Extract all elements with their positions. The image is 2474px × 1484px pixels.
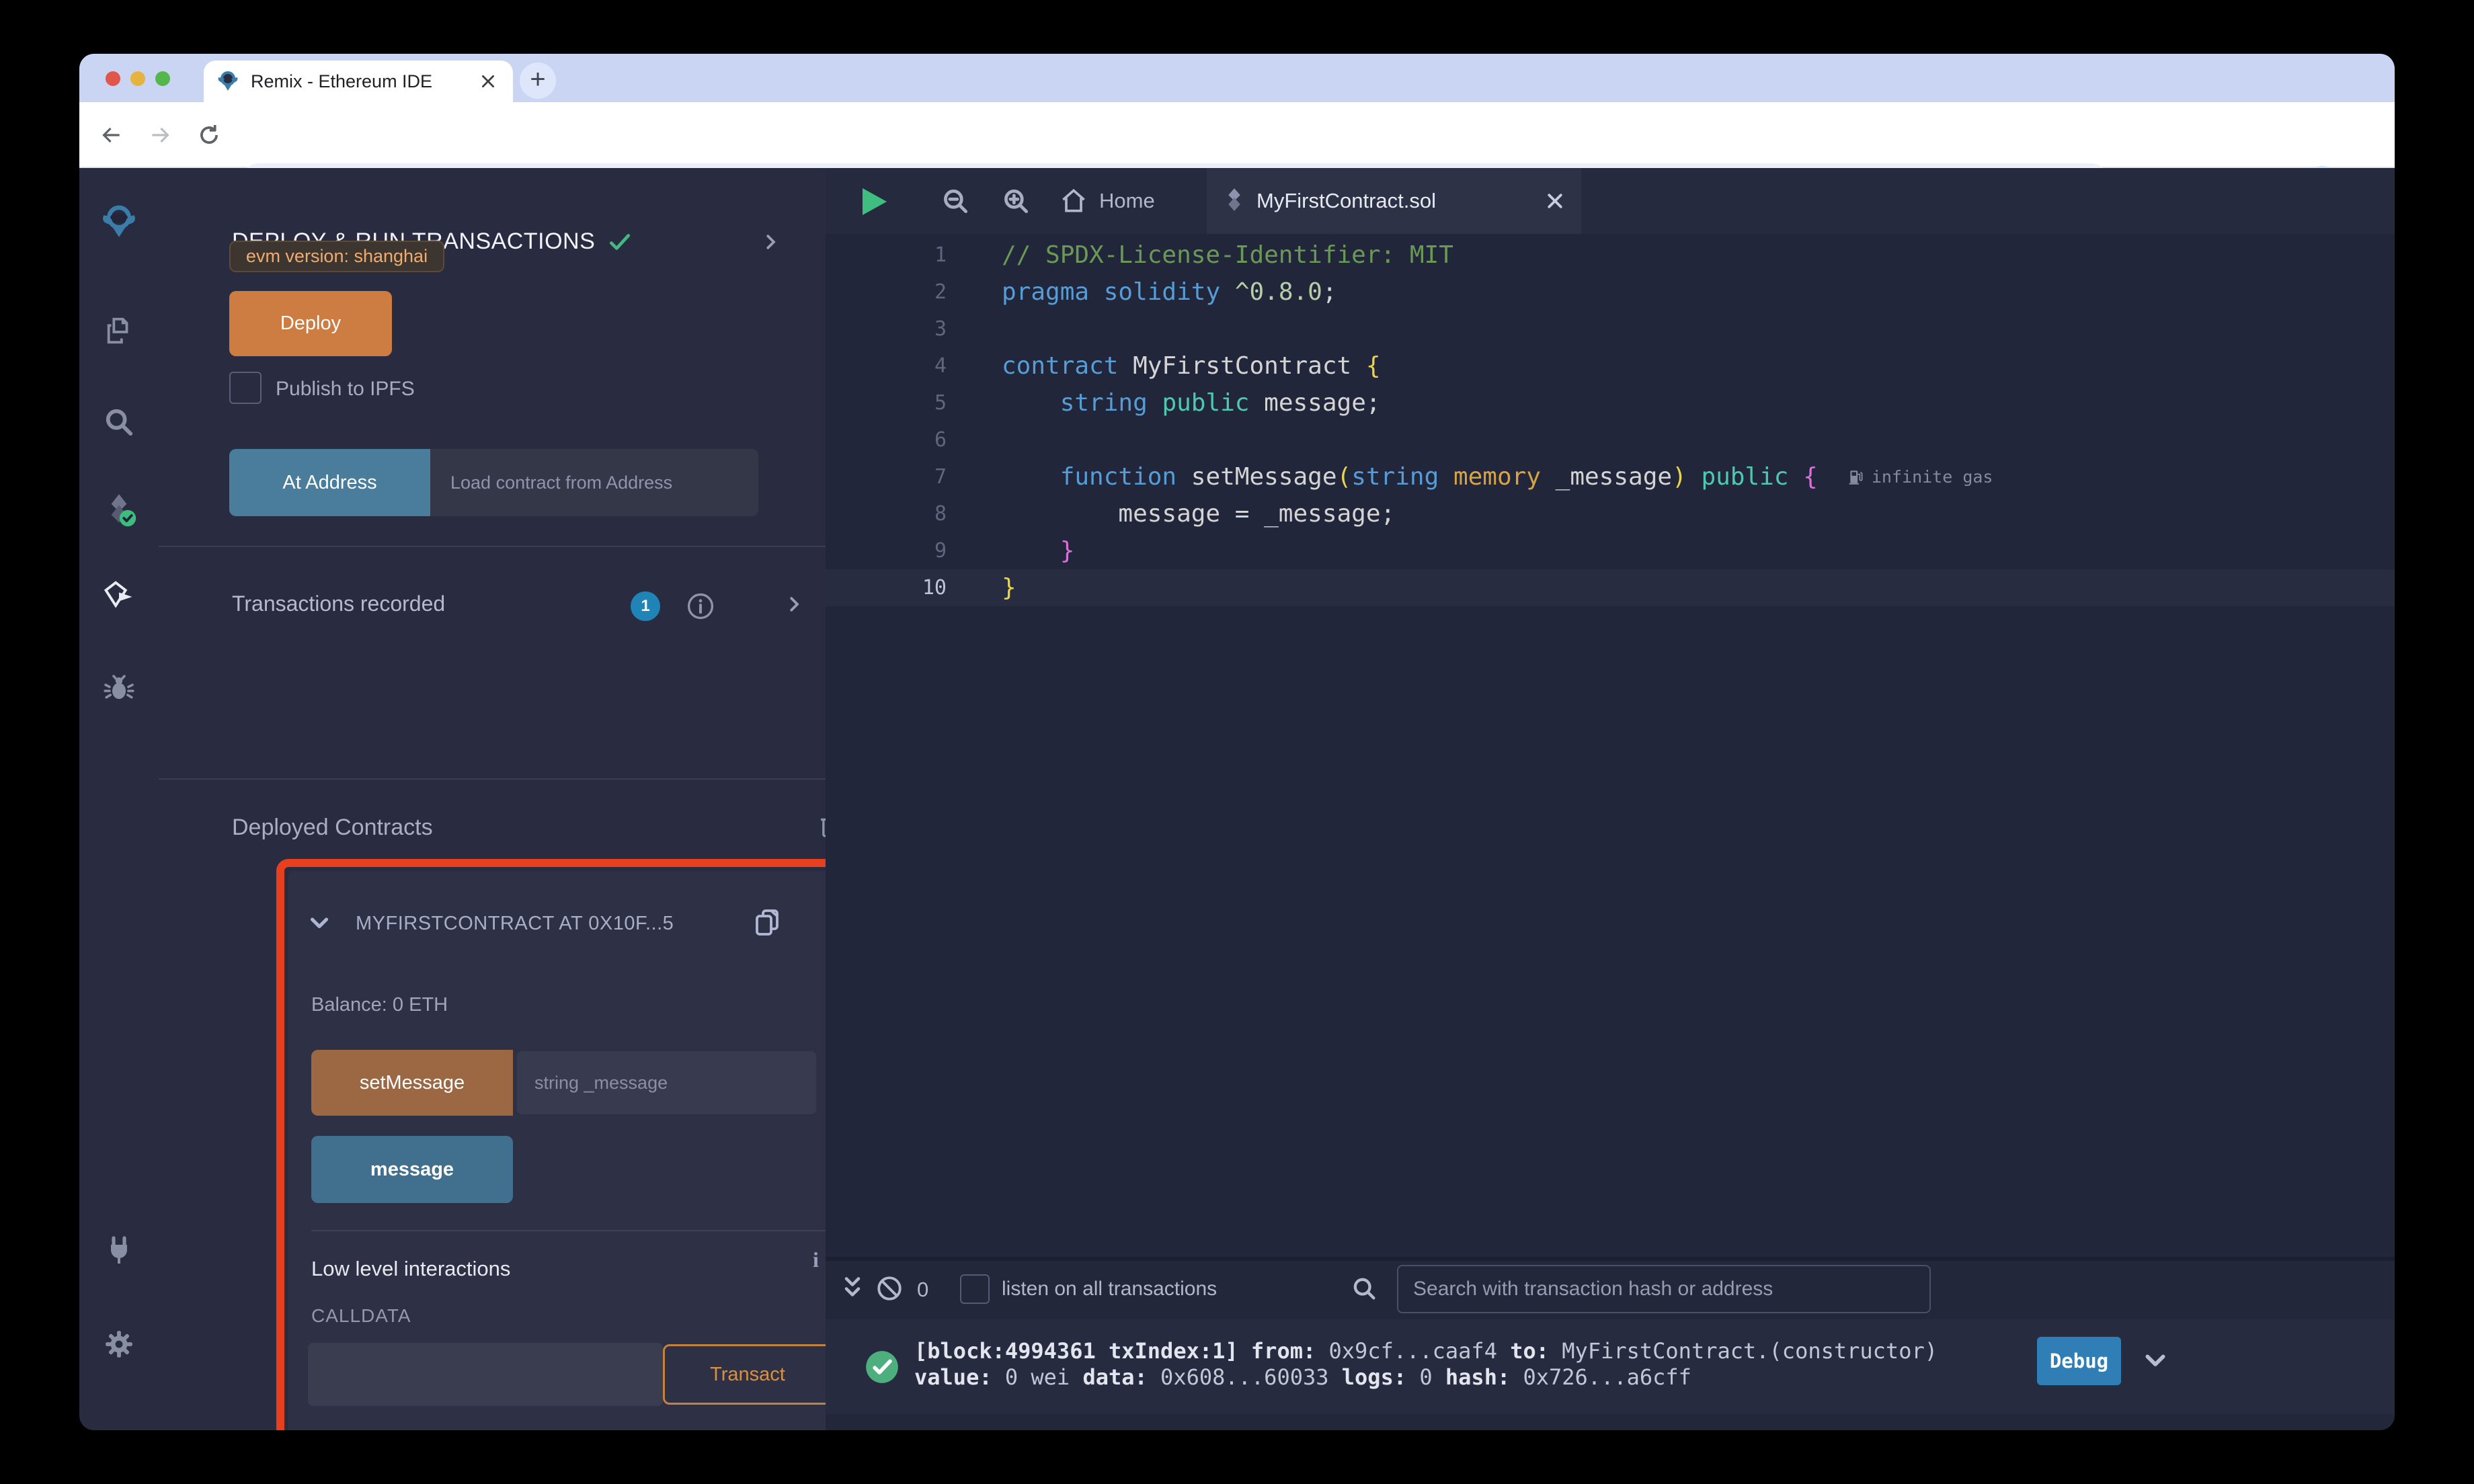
deploy-run-panel: DEPLOY & RUN TRANSACTIONS evm version: s… — [159, 168, 894, 1430]
code-editor[interactable]: 1// SPDX-License-Identifier: MIT 2 pragma … — [826, 234, 2395, 1257]
zoom-out-icon[interactable] — [941, 187, 971, 216]
clear-console-icon[interactable] — [875, 1274, 904, 1303]
compile-success-check-icon — [610, 233, 631, 250]
code-line[interactable]: 5 string public message; — [826, 384, 2395, 421]
home-tab[interactable]: Home — [1059, 168, 1155, 234]
tx-success-icon — [865, 1350, 900, 1385]
transact-button[interactable]: Transact — [663, 1344, 832, 1405]
code-line[interactable]: 7 function setMessage(string memory _mes… — [826, 458, 2395, 495]
message-button[interactable]: message — [311, 1136, 513, 1203]
calldata-input[interactable] — [308, 1343, 663, 1406]
traffic-minimize-button[interactable] — [130, 71, 145, 86]
contract-balance: Balance: 0 ETH — [311, 994, 448, 1016]
log-expand-chevron-icon[interactable] — [2142, 1348, 2169, 1374]
code-line[interactable]: 10} — [826, 569, 2395, 606]
copy-address-icon[interactable] — [751, 906, 783, 938]
at-address-button[interactable]: At Address — [229, 449, 430, 516]
code-line[interactable]: 6 — [826, 421, 2395, 458]
forward-icon[interactable] — [144, 118, 177, 152]
new-tab-button[interactable]: + — [520, 63, 556, 99]
transactions-count-badge: 1 — [631, 591, 660, 621]
listen-checkbox[interactable] — [960, 1274, 990, 1304]
file-tab-close-icon[interactable] — [1545, 191, 1565, 211]
settings-gear-icon[interactable] — [102, 1327, 136, 1362]
zoom-in-icon[interactable] — [1002, 187, 1031, 216]
code-line[interactable]: 3 — [826, 311, 2395, 347]
run-script-play-icon[interactable] — [863, 188, 887, 215]
divider — [159, 546, 826, 547]
transactions-recorded-label: Transactions recorded — [232, 591, 446, 616]
at-address-input[interactable]: Load contract from Address — [430, 449, 758, 516]
debugger-icon[interactable] — [102, 671, 136, 706]
terminal-collapse-icon[interactable] — [840, 1273, 865, 1303]
listen-count: 0 — [917, 1278, 929, 1301]
terminal-log-text: [block:4994361 txIndex:1] from: 0x9cf...… — [914, 1338, 1938, 1390]
terminal-log-row[interactable]: [block:4994361 txIndex:1] from: 0x9cf...… — [826, 1319, 2395, 1414]
listen-label: listen on all transactions — [1002, 1278, 1218, 1300]
terminal-search-icon — [1351, 1276, 1378, 1303]
file-tab[interactable]: MyFirstContract.sol — [1207, 168, 1581, 234]
browser-window: Remix - Ethereum IDE + remix.ethereum.or… — [79, 54, 2395, 1430]
remix-favicon-icon — [217, 71, 239, 92]
contract-collapse-chevron-icon[interactable] — [307, 911, 331, 936]
remix-app: DEPLOY & RUN TRANSACTIONS evm version: s… — [79, 168, 2395, 1430]
low-level-label: Low level interactions — [311, 1257, 511, 1280]
low-level-info-icon[interactable]: i — [813, 1247, 819, 1272]
set-message-button[interactable]: setMessage — [311, 1050, 513, 1116]
contract-title: MYFIRSTCONTRACT AT 0X10F...5 — [356, 913, 674, 934]
code-line[interactable]: 1// SPDX-License-Identifier: MIT — [826, 237, 2395, 274]
traffic-zoom-button[interactable] — [155, 71, 170, 86]
browser-tabstrip: Remix - Ethereum IDE + — [79, 54, 2395, 102]
panel-collapse-chevron-icon[interactable] — [760, 232, 781, 252]
gas-estimate-annotation: infinite gas — [1847, 467, 1993, 487]
transactions-expand-chevron-icon[interactable] — [784, 594, 804, 614]
editor-tabbar: Home MyFirstContract.sol — [826, 168, 2395, 234]
browser-tab-title: Remix - Ethereum IDE — [251, 71, 433, 91]
file-tab-label: MyFirstContract.sol — [1256, 189, 1436, 212]
browser-toolbar: remix.ethereum.org/#lang=en&optimize=fal… — [79, 102, 2395, 205]
traffic-close-button[interactable] — [106, 71, 120, 86]
browser-tab[interactable]: Remix - Ethereum IDE — [204, 60, 513, 102]
publish-ipfs-checkbox[interactable] — [229, 372, 262, 404]
search-icon[interactable] — [102, 405, 136, 440]
terminal: 0 listen on all transactions Search with… — [826, 1261, 2395, 1430]
screenshot-stage: Remix - Ethereum IDE + remix.ethereum.or… — [0, 0, 2474, 1484]
deployed-contract-card: MYFIRSTCONTRACT AT 0X10F...5 Balance: 0 … — [288, 871, 856, 1430]
debug-button[interactable]: Debug — [2037, 1337, 2121, 1385]
info-icon[interactable] — [686, 591, 715, 621]
back-icon[interactable] — [94, 118, 128, 152]
terminal-search-input[interactable]: Search with transaction hash or address — [1397, 1265, 1931, 1313]
plus-icon: + — [530, 65, 546, 94]
icon-rail — [79, 168, 159, 1430]
plugin-manager-icon[interactable] — [102, 1234, 136, 1269]
home-icon — [1062, 188, 1085, 212]
deployed-contracts-label: Deployed Contracts — [232, 815, 433, 840]
divider — [159, 778, 826, 780]
code-line[interactable]: 2 pragma solidity ^0.8.0; — [826, 274, 2395, 311]
deploy-button[interactable]: Deploy — [229, 291, 392, 356]
file-explorer-icon[interactable] — [102, 313, 136, 348]
gas-pump-icon — [1849, 470, 1863, 485]
calldata-label: CALLDATA — [311, 1305, 411, 1326]
remix-logo-icon[interactable] — [102, 204, 136, 239]
home-tab-label: Home — [1099, 189, 1155, 212]
code-line[interactable]: 9 } — [826, 532, 2395, 569]
solidity-file-icon — [1228, 188, 1240, 211]
deploy-run-icon[interactable] — [102, 579, 136, 614]
solidity-compiler-icon[interactable] — [102, 492, 136, 527]
publish-ipfs-label: Publish to IPFS — [276, 378, 415, 400]
code-line[interactable]: 8 message = _message; — [826, 495, 2395, 532]
reload-icon[interactable] — [192, 118, 226, 152]
evm-version-badge: evm version: shanghai — [229, 241, 444, 272]
tab-close-icon[interactable] — [479, 73, 497, 90]
code-line[interactable]: 4 contract MyFirstContract { — [826, 347, 2395, 384]
divider — [311, 1230, 834, 1231]
set-message-input[interactable]: string _message — [517, 1051, 816, 1114]
